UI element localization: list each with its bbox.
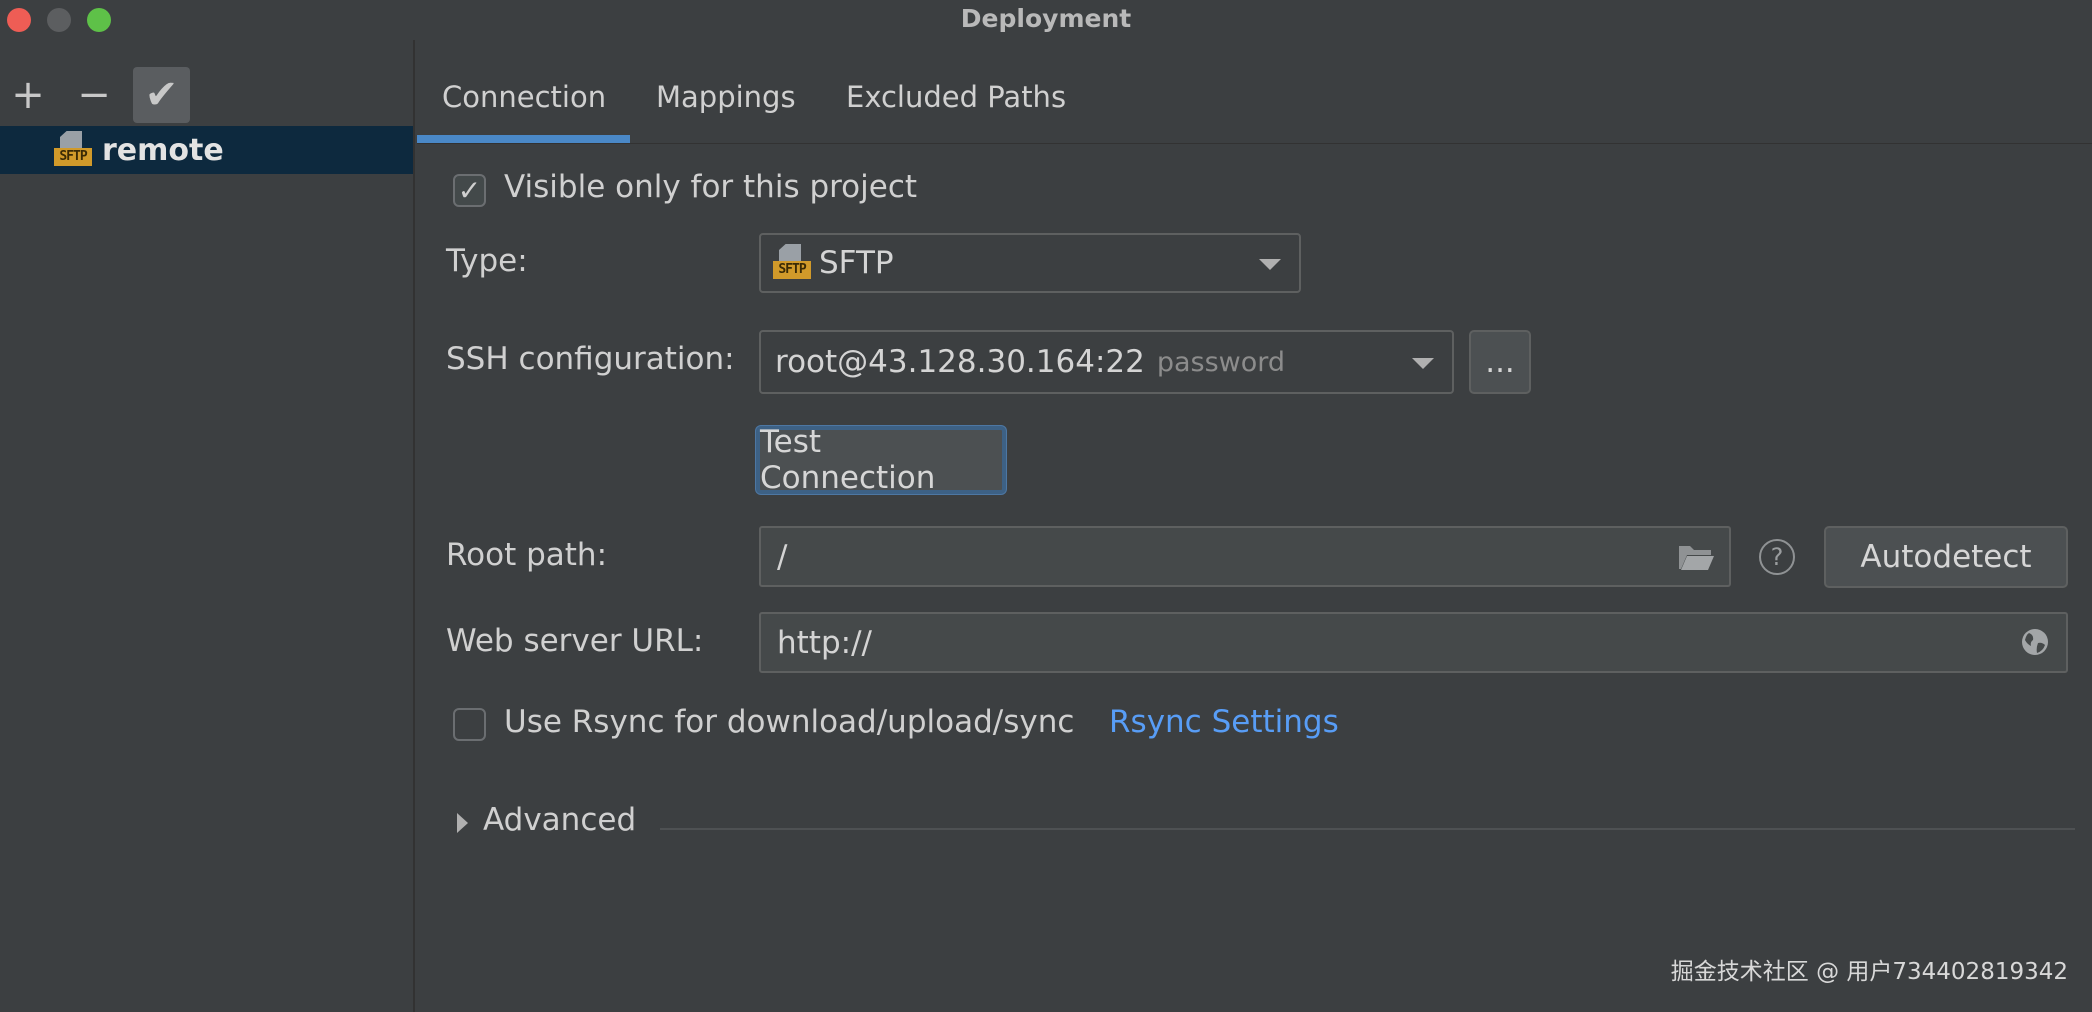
ssh-auth-hint: password xyxy=(1156,346,1286,378)
autodetect-button[interactable]: Autodetect xyxy=(1824,526,2068,588)
folder-icon[interactable] xyxy=(1677,542,1715,580)
server-name: remote xyxy=(102,132,224,168)
tab-excluded-paths[interactable]: Excluded Paths xyxy=(846,80,1066,114)
help-icon[interactable]: ? xyxy=(1759,539,1795,575)
web-server-url-value: http:// xyxy=(777,624,872,661)
advanced-label: Advanced xyxy=(483,802,637,838)
visible-only-checkbox[interactable]: ✓ xyxy=(453,174,486,207)
rsync-settings-link[interactable]: Rsync Settings xyxy=(1109,704,1339,740)
tab-connection[interactable]: Connection xyxy=(442,80,606,114)
type-label: Type: xyxy=(446,243,528,279)
web-server-url-field[interactable]: http:// xyxy=(759,612,2068,673)
visible-only-label: Visible only for this project xyxy=(504,169,918,205)
chevron-down-icon xyxy=(1412,358,1434,369)
root-path-label: Root path: xyxy=(446,537,608,573)
server-list-panel: + − ✔ SFTP remote xyxy=(0,40,415,1012)
remove-server-button[interactable]: − xyxy=(66,67,122,123)
use-rsync-checkbox[interactable] xyxy=(453,708,486,741)
title-bar: Deployment xyxy=(0,0,2092,40)
set-default-server-button[interactable]: ✔ xyxy=(133,67,190,123)
root-path-field[interactable]: / xyxy=(759,526,1731,587)
type-value: SFTP xyxy=(819,245,894,281)
globe-icon[interactable] xyxy=(2020,627,2050,665)
chevron-right-icon xyxy=(457,813,468,833)
ssh-configuration-browse-button[interactable]: ... xyxy=(1469,330,1531,394)
sftp-server-icon: SFTP xyxy=(54,131,92,169)
ssh-configuration-label: SSH configuration: xyxy=(446,341,735,377)
server-list-item[interactable]: SFTP remote xyxy=(0,126,413,174)
web-server-url-label: Web server URL: xyxy=(446,623,704,659)
type-select[interactable]: SFTP SFTP xyxy=(759,233,1301,293)
ssh-configuration-value: root@43.128.30.164:22 xyxy=(775,344,1145,380)
test-connection-button[interactable]: Test Connection xyxy=(756,424,1006,496)
settings-tabs: Connection Mappings Excluded Paths xyxy=(417,40,2092,144)
sftp-type-icon: SFTP xyxy=(773,244,811,282)
root-path-value: / xyxy=(777,538,788,575)
advanced-divider xyxy=(660,828,2075,830)
server-settings-panel: Connection Mappings Excluded Paths ✓ Vis… xyxy=(417,40,2092,1012)
chevron-down-icon xyxy=(1259,259,1281,270)
window-title: Deployment xyxy=(960,4,1132,33)
tab-mappings[interactable]: Mappings xyxy=(656,80,796,114)
watermark-text: 掘金技术社区 @ 用户734402819342 xyxy=(1670,959,2068,985)
use-rsync-label: Use Rsync for download/upload/sync xyxy=(504,704,1075,740)
advanced-section-toggle[interactable]: Advanced xyxy=(457,800,657,846)
add-server-button[interactable]: + xyxy=(0,67,56,123)
ssh-configuration-select[interactable]: root@43.128.30.164:22 password xyxy=(759,330,1454,394)
active-tab-indicator xyxy=(417,135,630,143)
